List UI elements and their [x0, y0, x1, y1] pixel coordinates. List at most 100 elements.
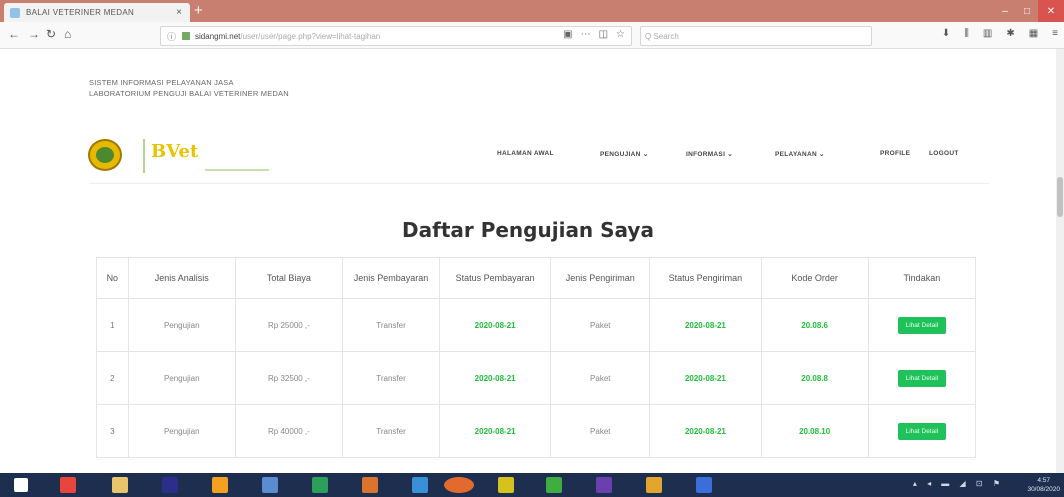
vlc-icon[interactable]	[212, 477, 228, 493]
cell-shipping-type: Paket	[550, 404, 651, 458]
cell-action: Lihat Detail	[867, 351, 977, 405]
pocket-icon[interactable]: ◫	[599, 29, 608, 40]
cell-payment-status: 2020-08-21	[438, 351, 552, 405]
cell-payment-type: Transfer	[342, 351, 440, 405]
cell-analysis: Pengujian	[127, 298, 236, 352]
table-header-row: No Jenis Analisis Total Biaya Jenis Pemb…	[96, 257, 977, 299]
cell-analysis: Pengujian	[127, 404, 236, 458]
url-bar[interactable]: ⓘ sidangmi.net /user/user/page.php?view=…	[160, 26, 632, 46]
col-payment-type: Jenis Pembayaran	[342, 257, 440, 299]
close-window-button[interactable]: ✕	[1038, 0, 1064, 22]
search-input[interactable]: Q Search	[645, 32, 679, 41]
addon-icon[interactable]: ▦	[1029, 28, 1038, 39]
cell-cost: Rp 25000 ,-	[234, 298, 344, 352]
col-payment-status: Status Pembayaran	[438, 257, 552, 299]
taskbar-app-icon[interactable]	[546, 477, 562, 493]
lock-icon	[182, 32, 191, 40]
firefox-icon[interactable]	[444, 477, 474, 493]
cell-cost: Rp 32500 ,-	[234, 351, 344, 405]
maximize-button[interactable]: □	[1016, 0, 1038, 22]
web-page: SISTEM INFORMASI PELAYANAN JASA LABORATO…	[0, 49, 1056, 473]
clock-date: 30/08/2020	[1027, 486, 1060, 493]
menu-services[interactable]: PELAYANAN ⌄	[775, 150, 825, 158]
table-row: 1 Pengujian Rp 25000 ,- Transfer 2020-08…	[96, 298, 977, 352]
taskbar-app-icon[interactable]	[362, 477, 378, 493]
photoshop-icon[interactable]	[162, 477, 178, 493]
cell-no: 2	[96, 351, 129, 405]
sidebar-icon[interactable]: ▥	[983, 28, 992, 39]
browser-navbar: ← → ↻ ⌂ ⓘ sidangmi.net /user/user/page.p…	[0, 22, 1064, 49]
page-scrollbar[interactable]	[1056, 49, 1064, 473]
taskbar-app-icon[interactable]	[262, 477, 278, 493]
reload-icon[interactable]: ↻	[46, 27, 56, 41]
cell-cost: Rp 40000 ,-	[234, 404, 344, 458]
header-divider	[89, 183, 989, 184]
menu-profile[interactable]: PROFILE	[880, 150, 910, 157]
extension-icon[interactable]: ✱	[1006, 28, 1014, 39]
system-name: SISTEM INFORMASI PELAYANAN JASA LABORATO…	[89, 77, 289, 99]
system-tray[interactable]: ▴ ◂ ▬ ◢ ⊡ ⚑	[913, 479, 1004, 488]
col-analysis: Jenis Analisis	[127, 257, 236, 299]
col-cost: Total Biaya	[234, 257, 344, 299]
page-actions-icon[interactable]: ⋯	[581, 29, 591, 40]
taskbar-app-icon[interactable]	[312, 477, 328, 493]
menu-icon[interactable]: ≡	[1052, 28, 1058, 39]
taskbar-app-icon[interactable]	[412, 477, 428, 493]
taskbar-app-icon[interactable]	[646, 477, 662, 493]
scrollbar-thumb[interactable]	[1057, 177, 1063, 217]
institution-logo[interactable]	[88, 139, 122, 171]
visual-studio-icon[interactable]	[596, 477, 612, 493]
bvet-logo[interactable]: BVet	[143, 139, 269, 173]
menu-information[interactable]: INFORMASI ⌄	[686, 150, 733, 158]
cell-action: Lihat Detail	[867, 298, 977, 352]
system-name-line1: SISTEM INFORMASI PELAYANAN JASA	[89, 78, 234, 87]
tab-title: BALAI VETERINER MEDAN	[26, 8, 135, 17]
cell-analysis: Pengujian	[127, 351, 236, 405]
menu-home[interactable]: HALAMAN AWAL	[497, 150, 554, 157]
testing-table: No Jenis Analisis Total Biaya Jenis Pemb…	[96, 257, 977, 458]
cell-shipping-status: 2020-08-21	[649, 351, 762, 405]
cell-shipping-status: 2020-08-21	[649, 404, 762, 458]
forward-icon[interactable]: →	[28, 27, 40, 41]
cell-order-code: 20.08.10	[760, 404, 869, 458]
download-icon[interactable]: ⬇	[942, 28, 950, 39]
view-detail-button[interactable]: Lihat Detail	[897, 422, 947, 440]
taskbar-app-icon[interactable]	[60, 477, 76, 493]
col-order-code: Kode Order	[760, 257, 869, 299]
menu-logout[interactable]: LOGOUT	[929, 150, 959, 157]
page-title: Daftar Pengujian Saya	[402, 218, 654, 242]
minimize-button[interactable]: –	[994, 0, 1016, 22]
favicon-icon	[10, 7, 20, 18]
new-tab-button[interactable]: +	[194, 3, 203, 19]
bvet-logo-text: BVet	[151, 141, 199, 162]
start-icon[interactable]	[14, 478, 28, 492]
cell-shipping-type: Paket	[550, 298, 651, 352]
bookmark-star-icon[interactable]: ☆	[616, 29, 625, 40]
table-row: 2 Pengujian Rp 32500 ,- Transfer 2020-08…	[96, 351, 977, 405]
cell-order-code: 20.08.6	[760, 298, 869, 352]
info-icon[interactable]: ⓘ	[167, 30, 176, 43]
col-shipping-status: Status Pengiriman	[649, 257, 762, 299]
library-icon[interactable]: ⫼	[964, 28, 969, 39]
search-bar[interactable]: Q Search	[640, 26, 872, 46]
taskbar-app-icon[interactable]	[696, 477, 712, 493]
reader-icon[interactable]: ▣	[563, 29, 572, 40]
cell-no: 1	[96, 298, 129, 352]
taskbar-app-icon[interactable]	[498, 477, 514, 493]
clock-time: 4:57	[1037, 477, 1051, 484]
back-icon[interactable]: ←	[8, 27, 20, 41]
cell-payment-status: 2020-08-21	[438, 298, 552, 352]
view-detail-button[interactable]: Lihat Detail	[897, 369, 947, 387]
menu-testing[interactable]: PENGUJIAN ⌄	[600, 150, 648, 158]
taskbar: ▴ ◂ ▬ ◢ ⊡ ⚑ 4:57 30/08/2020	[0, 473, 1064, 497]
cell-no: 3	[96, 404, 129, 458]
file-explorer-icon[interactable]	[112, 477, 128, 493]
browser-tab[interactable]: BALAI VETERINER MEDAN ×	[4, 3, 190, 22]
col-action: Tindakan	[867, 257, 977, 299]
home-icon[interactable]: ⌂	[64, 27, 71, 41]
view-detail-button[interactable]: Lihat Detail	[897, 316, 947, 334]
url-path: /user/user/page.php?view=lihat-tagihan	[240, 31, 381, 41]
taskbar-clock[interactable]: 4:57 30/08/2020	[1027, 476, 1060, 494]
col-no: No	[96, 257, 129, 299]
tab-close-icon[interactable]: ×	[176, 7, 182, 18]
